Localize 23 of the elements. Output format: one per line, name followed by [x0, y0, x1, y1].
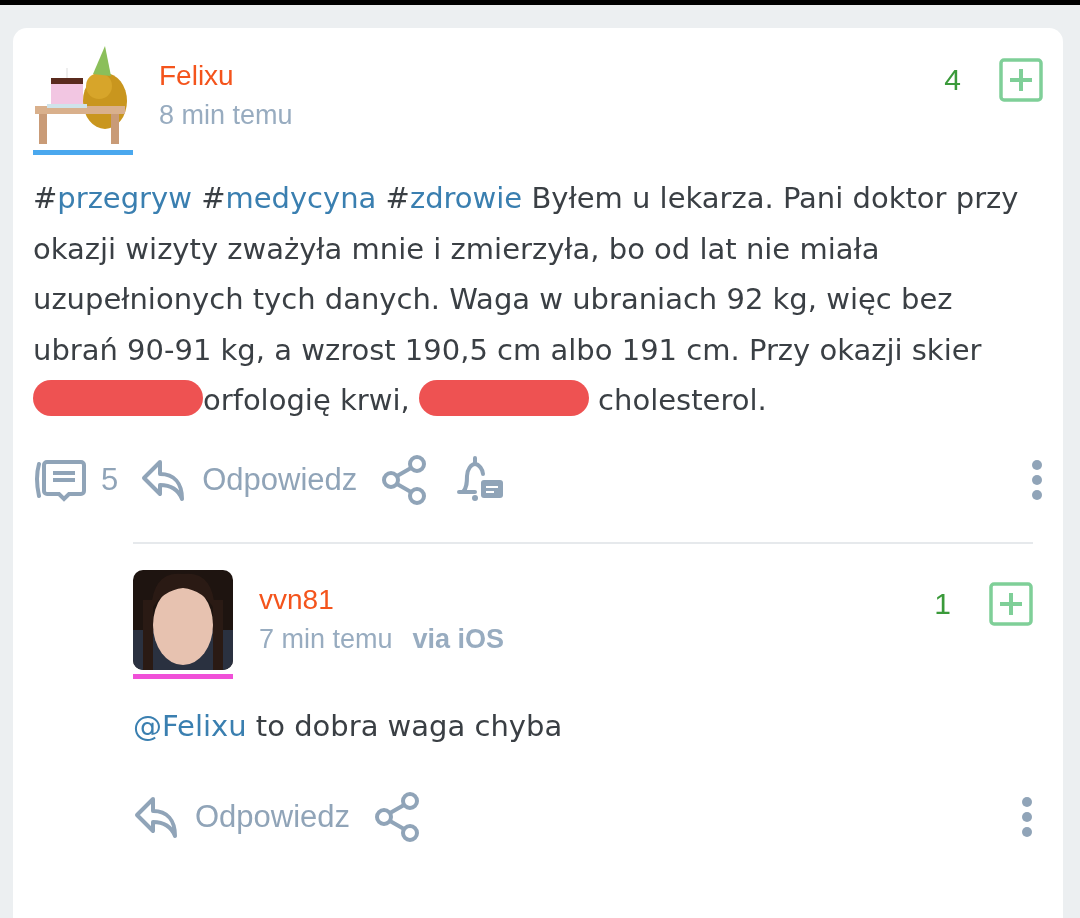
vote-count: 4 [944, 63, 961, 97]
hashtag-link[interactable]: #przegryw [33, 181, 192, 215]
plus-icon[interactable] [989, 581, 1033, 626]
timestamp: 7 min temu [259, 623, 393, 654]
comment-count[interactable]: 5 [101, 461, 119, 498]
reply-button[interactable]: Odpowiedz [140, 457, 358, 502]
comment-icon[interactable] [33, 457, 89, 502]
mention-link[interactable]: @Felixu [133, 708, 247, 743]
plus-icon[interactable] [999, 58, 1043, 102]
reply-icon [133, 795, 179, 839]
reply-button[interactable]: Odpowiedz [133, 795, 351, 839]
hashtag-link[interactable]: #medycyna [201, 181, 377, 215]
more-icon[interactable] [1031, 459, 1043, 500]
reply-icon [140, 457, 187, 502]
more-icon[interactable] [1021, 797, 1033, 837]
post-text: #przegryw #medycyna #zdrowie Byłem u lekarza. Pani doktor przy okazji wizyty zważyła mnie i zmierzyła, bo od lat nie miała uzupełnionych tych danych. Waga w ubraniach 92 kg, więc bez ubrań 90-91 kg, a wzrost 190,5 cm albo 191 cm. Przy okazji skier orfologię krwi, cholesterol. [33, 180, 1020, 419]
timestamp: 8 min temu [159, 100, 293, 131]
via-label: via iOS [412, 623, 505, 654]
vote-count: 1 [934, 586, 951, 621]
username[interactable]: Felixu [159, 60, 293, 92]
hashtag-link[interactable]: #zdrowie [385, 181, 523, 215]
comment-text: @Felixu to dobra waga chyba [133, 707, 564, 745]
username[interactable]: vvn81 [259, 583, 505, 616]
